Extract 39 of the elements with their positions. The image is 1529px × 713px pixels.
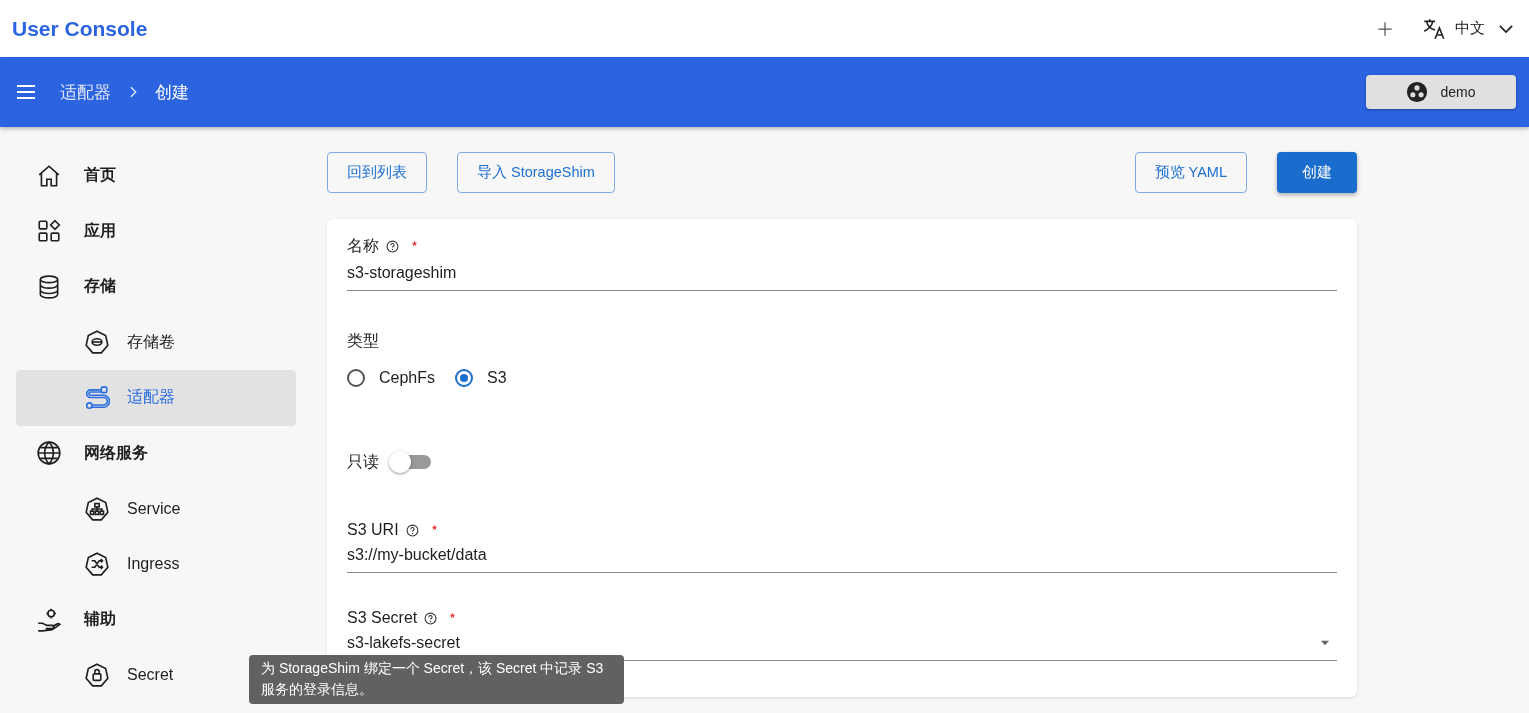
sidebar-item[interactable]: 首页: [16, 148, 296, 204]
sidebar-item[interactable]: 存储卷: [16, 314, 296, 370]
hand-gear-icon: [36, 606, 62, 633]
user-button[interactable]: demo: [1366, 75, 1516, 109]
chevron-down-icon: [1499, 24, 1513, 33]
sidebar-item[interactable]: 适配器: [16, 370, 296, 426]
volume-icon: [84, 329, 110, 356]
sidebar-item[interactable]: 应用: [16, 203, 296, 259]
toolbar-button[interactable]: 导入 StorageShim: [457, 152, 615, 193]
sidebar-item[interactable]: Service: [16, 481, 296, 537]
sidebar-item[interactable]: 存储: [16, 259, 296, 315]
adapter-icon: [84, 384, 110, 411]
field-label: 只读: [347, 451, 379, 472]
breadcrumb-link[interactable]: 适配器: [60, 80, 111, 104]
radio-label: S3: [487, 369, 507, 387]
lock-icon: [84, 662, 110, 689]
field-label: 名称: [347, 236, 379, 256]
field-label: S3 Secret: [347, 609, 418, 627]
toolbar-button[interactable]: 回到列表: [327, 152, 427, 193]
sidebar-item[interactable]: Ingress: [16, 536, 296, 592]
sidebar-item[interactable]: 网络服务: [16, 425, 296, 481]
apps-icon: [36, 218, 62, 245]
tooltip: 为 StorageShim 绑定一个 Secret，该 Secret 中记录 S3 服务的登录信息。: [249, 655, 624, 704]
sidebar-item[interactable]: 辅助: [16, 592, 296, 648]
language-selector[interactable]: 中文: [1417, 11, 1517, 46]
network-icon: [84, 495, 110, 522]
field-label: 类型: [347, 331, 380, 351]
field-label: S3 URI: [347, 521, 399, 539]
toggle-switch[interactable]: [389, 450, 433, 474]
breadcrumb-current: 创建: [155, 81, 189, 104]
globe-icon: [36, 440, 62, 467]
preview-button[interactable]: 预览 YAML: [1134, 152, 1247, 193]
radio-label: CephFs: [379, 369, 436, 387]
app-title: User Console: [12, 16, 148, 41]
radio-button[interactable]: [455, 369, 474, 387]
radio-button[interactable]: [347, 369, 365, 387]
shuffle-icon: [84, 551, 110, 578]
create-button[interactable]: 创建: [1277, 152, 1357, 193]
user-avatar-icon: [1406, 81, 1429, 103]
